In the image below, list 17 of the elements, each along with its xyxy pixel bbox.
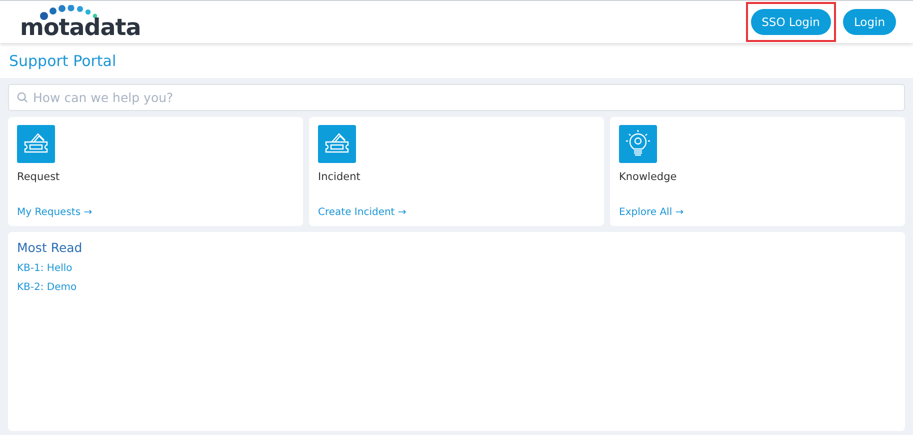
login-button[interactable]: Login [842, 9, 896, 35]
logo: motadata [20, 17, 141, 39]
card-link[interactable]: Create Incident → [318, 207, 406, 218]
section-title: Most Read [17, 240, 82, 255]
article-link[interactable]: KB-1: Hello [17, 263, 72, 274]
page-title: Support Portal [9, 52, 116, 70]
login-button[interactable]: SSO Login [750, 9, 831, 35]
search-field[interactable]: How can we help you? [8, 84, 905, 111]
ticket-icon [318, 125, 356, 163]
card-title: Request [17, 171, 60, 183]
ticket-icon [17, 125, 55, 163]
card-link[interactable]: My Requests → [17, 207, 92, 218]
card-title: Incident [318, 171, 360, 183]
lightbulb-icon [619, 125, 657, 163]
card-link[interactable]: Explore All → [619, 207, 684, 218]
article-link[interactable]: KB-2: Demo [17, 282, 77, 293]
card-title: Knowledge [619, 171, 677, 183]
